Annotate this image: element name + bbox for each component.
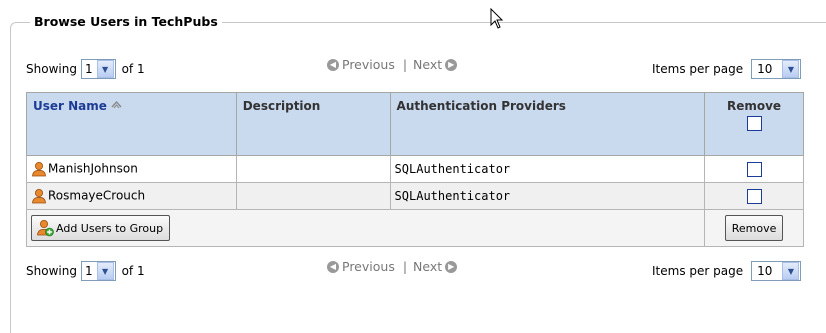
- showing-label: Showing: [26, 264, 77, 278]
- add-user-icon: [37, 220, 54, 237]
- chevron-down-icon[interactable]: ▼: [96, 262, 114, 280]
- showing-group: Showing 1 ▼ of 1: [26, 59, 145, 79]
- column-header-description: Description: [235, 92, 391, 156]
- next-icon: ▶: [445, 58, 458, 71]
- previous-link[interactable]: Previous: [342, 259, 395, 274]
- user-name-header-label[interactable]: User Name: [33, 99, 107, 113]
- items-per-page-group: Items per page 10 ▼: [652, 261, 807, 281]
- select-all-checkbox[interactable]: [746, 116, 762, 131]
- pagination-nav: ◀ Previous | Next ▶: [324, 259, 460, 274]
- page-select-value: 1: [84, 62, 93, 76]
- chevron-down-icon[interactable]: ▼: [782, 60, 800, 78]
- mouse-cursor-icon: [490, 8, 504, 29]
- users-table: User Name Description Authentication Pro…: [25, 92, 804, 247]
- showing-label: Showing: [26, 62, 77, 76]
- remove-cell: [704, 155, 804, 183]
- panel-title: Browse Users in TechPubs: [30, 14, 222, 29]
- page-count-label: of 1: [121, 264, 145, 278]
- table-header-row: User Name Description Authentication Pro…: [26, 92, 804, 156]
- next-icon: ▶: [445, 260, 458, 273]
- column-header-remove: Remove: [704, 92, 804, 156]
- items-per-page-label: Items per page: [652, 264, 744, 278]
- table-row: RosmayeCrouch SQLAuthenticator: [26, 182, 804, 210]
- pager-bottom: Showing 1 ▼ of 1 ◀ Previous | Next ▶ Ite…: [26, 256, 826, 282]
- provider-cell: SQLAuthenticator: [389, 155, 706, 183]
- page-count-label: of 1: [121, 62, 145, 76]
- description-cell: [235, 182, 391, 210]
- remove-header-label: Remove: [726, 99, 782, 113]
- page-select-value: 1: [84, 264, 93, 278]
- remove-button[interactable]: Remove: [724, 215, 784, 241]
- items-per-page-group: Items per page 10 ▼: [652, 59, 807, 79]
- items-per-page-value: 10: [757, 264, 773, 278]
- add-users-cell: Add Users to Group: [25, 209, 706, 247]
- sort-ascending-icon[interactable]: [111, 100, 122, 109]
- add-users-button[interactable]: Add Users to Group: [31, 215, 171, 241]
- nav-separator: |: [402, 57, 408, 72]
- column-header-user-name[interactable]: User Name: [26, 92, 237, 156]
- user-icon: [32, 189, 46, 204]
- user-name: RosmayeCrouch: [48, 188, 146, 203]
- description-cell: [235, 155, 391, 183]
- pagination-nav: ◀ Previous | Next ▶: [324, 57, 460, 72]
- user-cell: ManishJohnson: [26, 155, 237, 183]
- provider-cell: SQLAuthenticator: [389, 182, 706, 210]
- items-per-page-select[interactable]: 10 ▼: [751, 261, 802, 281]
- table-row: ManishJohnson SQLAuthenticator: [26, 155, 804, 183]
- previous-link[interactable]: Previous: [342, 57, 395, 72]
- remove-checkbox[interactable]: [746, 161, 762, 177]
- next-link[interactable]: Next: [413, 57, 442, 72]
- pager-top: Showing 1 ▼ of 1 ◀ Previous | Next ▶ Ite…: [26, 54, 826, 80]
- chevron-down-icon[interactable]: ▼: [782, 262, 800, 280]
- items-per-page-label: Items per page: [652, 62, 744, 76]
- remove-checkbox[interactable]: [746, 188, 762, 204]
- items-per-page-value: 10: [757, 62, 773, 76]
- remove-cell: [704, 182, 804, 210]
- table-footer-row: Add Users to Group Remove: [25, 209, 804, 247]
- column-header-auth-providers: Authentication Providers: [389, 92, 706, 156]
- showing-group: Showing 1 ▼ of 1: [26, 261, 145, 281]
- items-per-page-select[interactable]: 10 ▼: [751, 59, 802, 79]
- remove-button-cell: Remove: [704, 209, 804, 247]
- user-icon: [32, 162, 46, 177]
- page-select[interactable]: 1 ▼: [80, 59, 116, 79]
- previous-icon: ◀: [327, 260, 339, 273]
- add-users-label: Add Users to Group: [56, 221, 164, 235]
- user-cell: RosmayeCrouch: [26, 182, 237, 210]
- next-link[interactable]: Next: [413, 259, 442, 274]
- chevron-down-icon[interactable]: ▼: [96, 60, 114, 78]
- nav-separator: |: [402, 259, 408, 274]
- previous-icon: ◀: [327, 58, 339, 71]
- user-name: ManishJohnson: [48, 161, 138, 176]
- page-select[interactable]: 1 ▼: [80, 261, 116, 281]
